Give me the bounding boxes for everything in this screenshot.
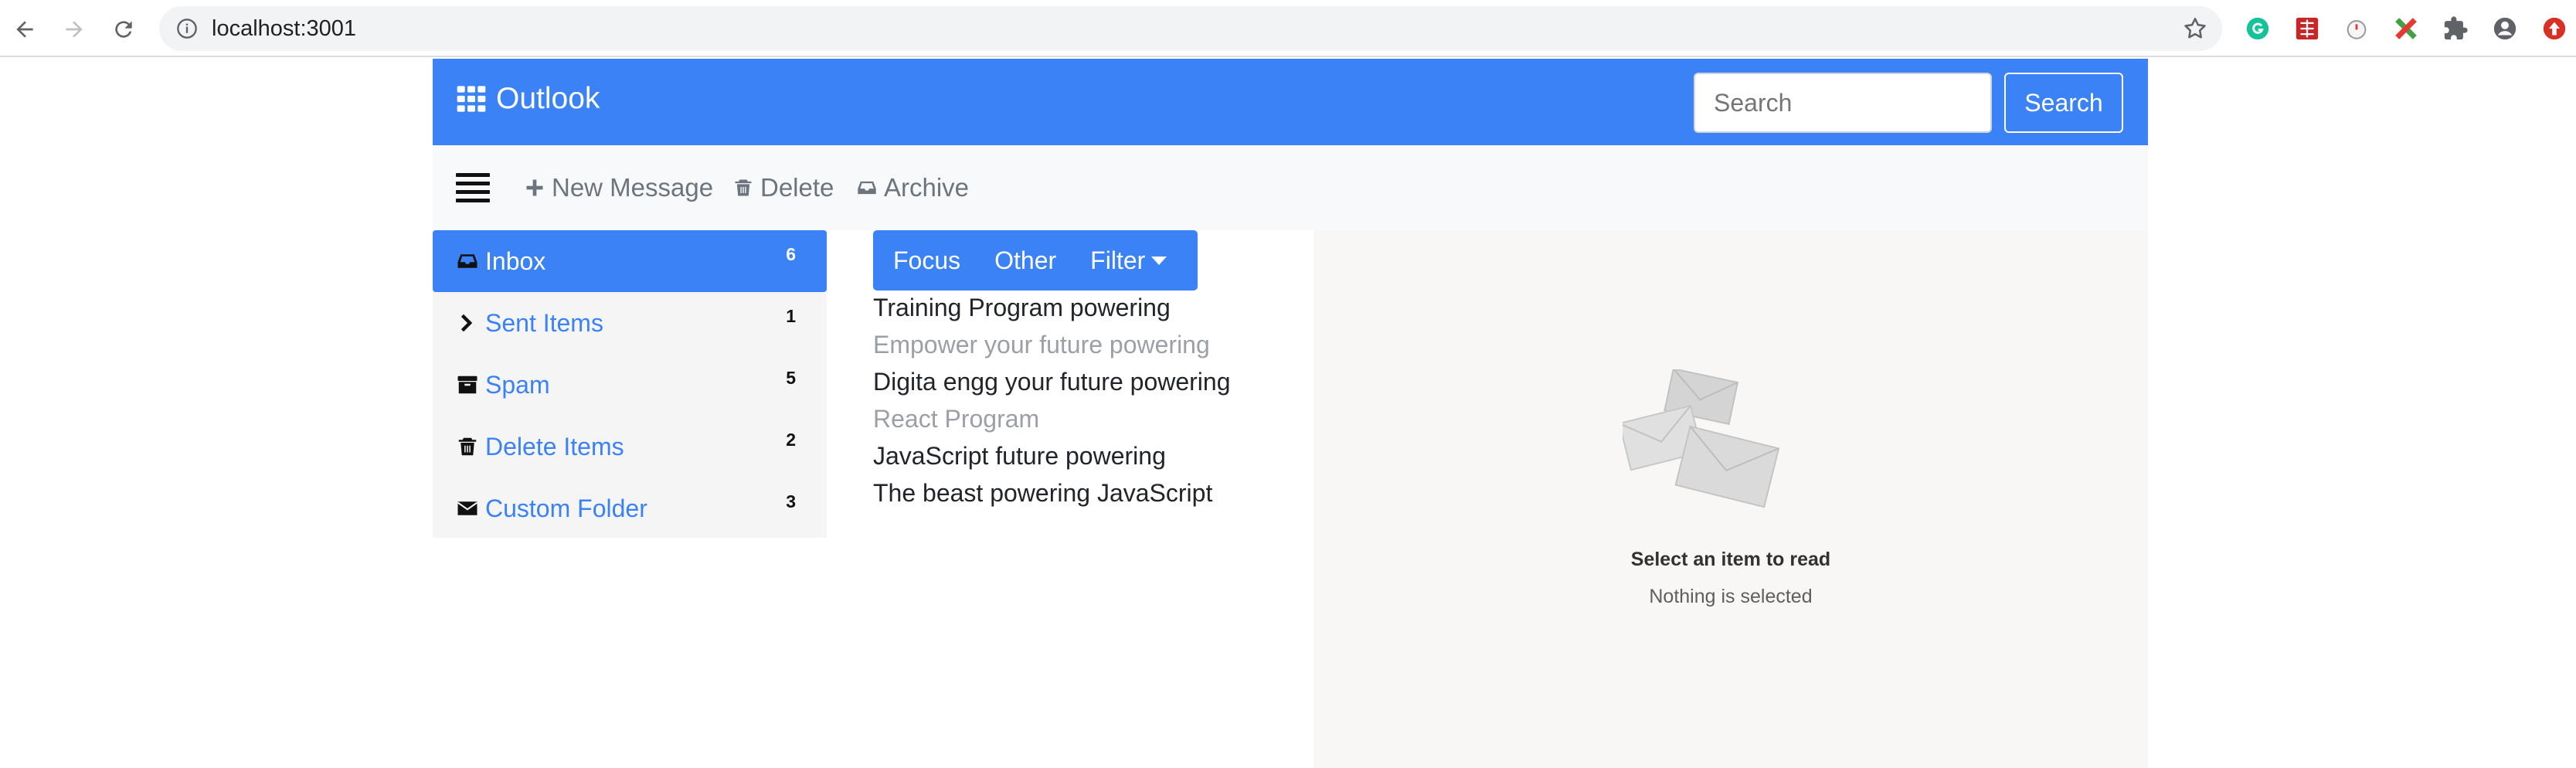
trash-icon bbox=[458, 437, 477, 456]
sidebar-item-label: Inbox bbox=[485, 246, 546, 275]
archive-label: Archive bbox=[884, 173, 970, 202]
tab-focus[interactable]: Focus bbox=[893, 246, 960, 275]
plus-icon bbox=[526, 179, 543, 196]
unread-count-badge: 6 bbox=[786, 244, 796, 264]
app-title: Outlook bbox=[496, 82, 600, 115]
action-toolbar: New Message Delete Archive bbox=[433, 145, 2148, 230]
grammarly-extension-icon[interactable] bbox=[2244, 15, 2272, 42]
new-message-button[interactable]: New Message bbox=[524, 173, 713, 202]
trash-icon bbox=[735, 179, 752, 196]
new-message-label: New Message bbox=[552, 173, 714, 202]
puzzle-extensions-icon[interactable] bbox=[2442, 15, 2469, 42]
reading-pane: Select an item to read Nothing is select… bbox=[1313, 230, 2148, 768]
empty-state-title: Select an item to read bbox=[1630, 549, 1831, 570]
profile-avatar-icon[interactable] bbox=[2491, 15, 2519, 42]
info-icon bbox=[177, 19, 197, 39]
menu-toggle-icon[interactable] bbox=[456, 173, 490, 202]
search-input[interactable] bbox=[1694, 73, 1992, 133]
folder-sidebar: Inbox 6 Sent Items 1 Spam 5 Delete Items… bbox=[433, 230, 827, 538]
chevron-right-icon bbox=[460, 314, 473, 332]
sidebar-item-custom-folder[interactable]: Custom Folder 3 bbox=[433, 477, 827, 539]
forward-button[interactable] bbox=[57, 12, 91, 46]
sidebar-item-delete-items[interactable]: Delete Items 2 bbox=[433, 416, 827, 477]
address-bar[interactable]: localhost:3001 bbox=[159, 6, 2222, 51]
arrow-left-icon bbox=[16, 21, 33, 38]
red-extension-icon[interactable] bbox=[2293, 15, 2321, 42]
outlook-app: Outlook Search New Message Delete Archiv… bbox=[433, 59, 2148, 768]
update-available-icon[interactable] bbox=[2540, 15, 2568, 42]
empty-state-subtitle: Nothing is selected bbox=[1649, 586, 1813, 607]
filter-dropdown[interactable]: Filter bbox=[1090, 246, 1167, 275]
cross-extension-icon[interactable] bbox=[2392, 15, 2420, 42]
inbox-icon bbox=[457, 254, 477, 268]
message-tabs: Focus Other Filter bbox=[873, 230, 1198, 291]
envelope-icon bbox=[457, 501, 478, 515]
unread-count-badge: 3 bbox=[786, 491, 796, 511]
app-navbar: Outlook Search bbox=[433, 59, 2148, 145]
sidebar-item-label: Sent Items bbox=[485, 308, 603, 337]
caret-down-icon bbox=[1151, 256, 1167, 265]
reload-icon bbox=[115, 21, 132, 38]
archive-button[interactable]: Archive bbox=[856, 173, 969, 202]
sidebar-item-label: Spam bbox=[485, 370, 550, 399]
unread-count-badge: 2 bbox=[786, 430, 796, 450]
browser-toolbar: localhost:3001 bbox=[0, 0, 2576, 57]
sidebar-item-spam[interactable]: Spam 5 bbox=[433, 354, 827, 416]
empty-mail-illustration-icon bbox=[1623, 369, 1780, 508]
url-text: localhost:3001 bbox=[212, 16, 357, 41]
inbox-tray-icon bbox=[858, 181, 876, 195]
sidebar-item-sent-items[interactable]: Sent Items 1 bbox=[433, 292, 827, 354]
brand[interactable]: Outlook bbox=[456, 82, 600, 116]
back-button[interactable] bbox=[8, 12, 42, 46]
sidebar-item-inbox[interactable]: Inbox 6 bbox=[433, 230, 827, 292]
reload-button[interactable] bbox=[107, 12, 141, 46]
message-list-item[interactable]: Training Program powering bbox=[873, 294, 1171, 322]
filter-label: Filter bbox=[1090, 246, 1146, 274]
message-list-item[interactable]: React Program bbox=[873, 405, 1039, 433]
message-list-item[interactable]: Empower your future powering bbox=[873, 331, 1210, 359]
unread-count-badge: 1 bbox=[786, 306, 796, 326]
bookmark-star-icon[interactable] bbox=[2182, 15, 2208, 42]
unread-count-badge: 5 bbox=[786, 368, 796, 388]
delete-label: Delete bbox=[760, 173, 834, 202]
timer-extension-icon[interactable] bbox=[2343, 15, 2370, 42]
message-list-item[interactable]: The beast powering JavaScript bbox=[873, 479, 1212, 508]
message-list-item[interactable]: Digita engg your future powering bbox=[873, 368, 1231, 396]
app-grid-icon bbox=[457, 86, 486, 112]
archive-box-icon bbox=[457, 376, 477, 394]
sidebar-item-label: Delete Items bbox=[485, 432, 624, 460]
sidebar-item-label: Custom Folder bbox=[485, 494, 647, 522]
tab-other[interactable]: Other bbox=[994, 246, 1056, 275]
message-list-item[interactable]: JavaScript future powering bbox=[873, 442, 1166, 471]
arrow-right-icon bbox=[66, 21, 83, 38]
delete-button[interactable]: Delete bbox=[732, 173, 834, 202]
search-button[interactable]: Search bbox=[2004, 73, 2123, 133]
